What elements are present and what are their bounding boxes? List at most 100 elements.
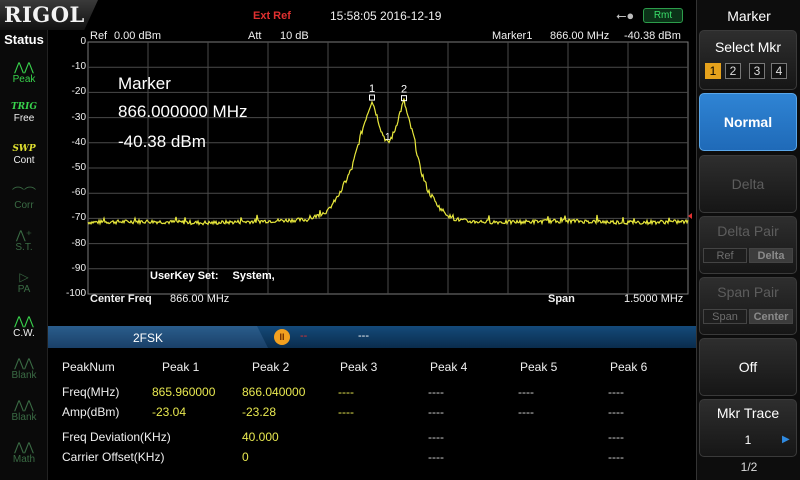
delta-button[interactable]: Delta	[699, 155, 797, 213]
measurement-name: 2FSK	[132, 331, 163, 345]
amp-peak5: ----	[518, 405, 534, 419]
remote-indicator: Rmt	[643, 8, 683, 23]
delta-pair-button[interactable]: Delta Pair Ref Delta	[699, 216, 797, 274]
ref-level-arrow	[688, 213, 692, 219]
col-header-peak4: Peak 4	[430, 360, 468, 374]
status-peak[interactable]: ⋀⋀ Peak	[0, 60, 48, 100]
delta-pair-ref-option[interactable]: Ref	[703, 248, 747, 263]
chevron-right-icon: ▶	[782, 434, 790, 445]
menu-page-indicator: 1/2	[740, 460, 758, 474]
freq-peak6: ----	[608, 385, 624, 399]
delta-pair-delta-option[interactable]: Delta	[749, 248, 793, 263]
status-trig[interactable]: TRIG Free	[0, 102, 48, 142]
freq-deviation-label: Freq Deviation(KHz)	[62, 430, 171, 444]
col-header-peak1: Peak 1	[162, 360, 200, 374]
marker-info-freq: 866.000000 MHz	[118, 102, 248, 121]
span-value[interactable]: 1.5000 MHz	[624, 293, 683, 305]
amp-peak2: -23.28	[242, 405, 277, 419]
mkr-2-option[interactable]: 2	[725, 63, 741, 79]
y-tick-label: -70	[71, 212, 86, 224]
status-pa[interactable]: ▷ PA	[0, 270, 48, 310]
marker-header-freq: 866.00 MHz	[550, 30, 610, 42]
mkr-trace-button[interactable]: Mkr Trace 1 ▶	[699, 399, 797, 457]
y-tick-label: 0	[80, 36, 86, 47]
span-pair-span-option[interactable]: Span	[703, 309, 747, 324]
marker-center-label: 1	[385, 132, 391, 143]
freq-peak5: ----	[518, 385, 534, 399]
col-header-peak6: Peak 6	[610, 360, 648, 374]
pause-icon[interactable]: II	[274, 329, 290, 345]
freq-peak2: 866.040000	[242, 385, 306, 399]
status-corr[interactable]: ⌒⌒ Corr	[0, 186, 48, 226]
y-tick-label: -60	[71, 187, 86, 199]
freq-peak1: 865.960000	[152, 385, 216, 399]
status-math[interactable]: ⋀⋀ Math	[0, 440, 48, 480]
status-sweep[interactable]: SWP Cont	[0, 144, 48, 184]
freq-deviation-col4: ----	[428, 430, 444, 444]
blank-icon: ⋀⋀	[14, 356, 34, 370]
amp-peak1: -23.04	[152, 405, 187, 419]
span-pair-button[interactable]: Span Pair Span Center	[699, 277, 797, 335]
off-button[interactable]: Off	[699, 338, 797, 396]
corr-icon: ⌒⌒	[11, 186, 36, 200]
status-blank-2[interactable]: ⋀⋀ Blank	[0, 398, 48, 438]
measurement-tab[interactable]: 2FSK	[48, 326, 268, 348]
pause-dashes: --	[300, 330, 308, 342]
mkr-4-option[interactable]: 4	[771, 63, 787, 79]
y-tick-label: -80	[71, 237, 86, 249]
freq-peak3: ----	[338, 385, 354, 399]
datetime: 15:58:05 2016-12-19	[330, 9, 442, 23]
y-tick-label: -100	[65, 288, 86, 299]
userkey-label: UserKey Set:	[150, 270, 219, 282]
results-table: PeakNum Peak 1 Peak 2 Peak 3 Peak 4 Peak…	[48, 348, 696, 480]
y-tick-label: -90	[71, 262, 86, 274]
status-st[interactable]: ⋀⁺ S.T.	[0, 228, 48, 268]
rigol-logo: RIGOL	[4, 2, 85, 27]
col-header-peak5: Peak 5	[520, 360, 558, 374]
carrier-offset-col4: ----	[428, 450, 444, 464]
y-tick-label: -10	[71, 61, 86, 73]
y-tick-label: -40	[71, 136, 86, 148]
menu-title: Marker	[727, 8, 771, 24]
att-value[interactable]: 10 dB	[280, 30, 309, 42]
carrier-offset-col6: ----	[608, 450, 624, 464]
spectrum-display[interactable]: 1 2 1 Ref 0.00 dBm Att 10 dB Marker1 866.0…	[48, 30, 696, 326]
userkey-value: System,	[232, 270, 275, 282]
marker-2-label: 2	[401, 84, 407, 96]
math-icon: ⋀⋀	[14, 440, 34, 454]
amp-peak4: ----	[428, 405, 444, 419]
ref-label: Ref	[90, 30, 108, 42]
y-tick-label: -30	[71, 111, 86, 123]
center-freq-value[interactable]: 866.00 MHz	[170, 293, 229, 305]
peak-icon: ⋀⋀	[14, 60, 34, 74]
userkey-set: UserKey Set: System,	[150, 270, 289, 282]
marker-1-label: 1	[369, 83, 375, 95]
status-cw[interactable]: ⋀⋀ C.W.	[0, 314, 48, 354]
ref-value[interactable]: 0.00 dBm	[114, 30, 161, 42]
select-mkr-button[interactable]: Select Mkr	[699, 30, 797, 90]
row-label-amp: Amp(dBm)	[62, 405, 120, 419]
usb-icon: ⭠●	[616, 8, 635, 23]
blank-icon: ⋀⋀	[14, 398, 34, 412]
amp-peak6: ----	[608, 405, 624, 419]
span-pair-center-option[interactable]: Center	[749, 309, 793, 324]
ext-ref-indicator: Ext Ref	[253, 10, 291, 22]
row-label-freq: Freq(MHz)	[62, 385, 120, 399]
logo-box: RIGOL	[0, 0, 98, 30]
mkr-1-option[interactable]: 1	[705, 63, 721, 79]
y-tick-label: -20	[71, 86, 86, 98]
pa-icon: ▷	[19, 270, 29, 284]
col-header-peak3: Peak 3	[340, 360, 378, 374]
status-blank-1[interactable]: ⋀⋀ Blank	[0, 356, 48, 396]
cw-icon: ⋀⋀	[14, 314, 34, 328]
measurement-status: ---	[358, 330, 369, 342]
mkr-3-option[interactable]: 3	[749, 63, 765, 79]
marker-info-title: Marker	[118, 74, 171, 93]
col-header-peak2: Peak 2	[252, 360, 290, 374]
span-label: Span	[548, 293, 575, 305]
normal-button[interactable]: Normal	[699, 93, 797, 151]
col-header-peaknum: PeakNum	[62, 360, 115, 374]
status-title: Status	[4, 32, 44, 47]
carrier-offset-label: Carrier Offset(KHz)	[62, 450, 165, 464]
amp-peak3: ----	[338, 405, 354, 419]
